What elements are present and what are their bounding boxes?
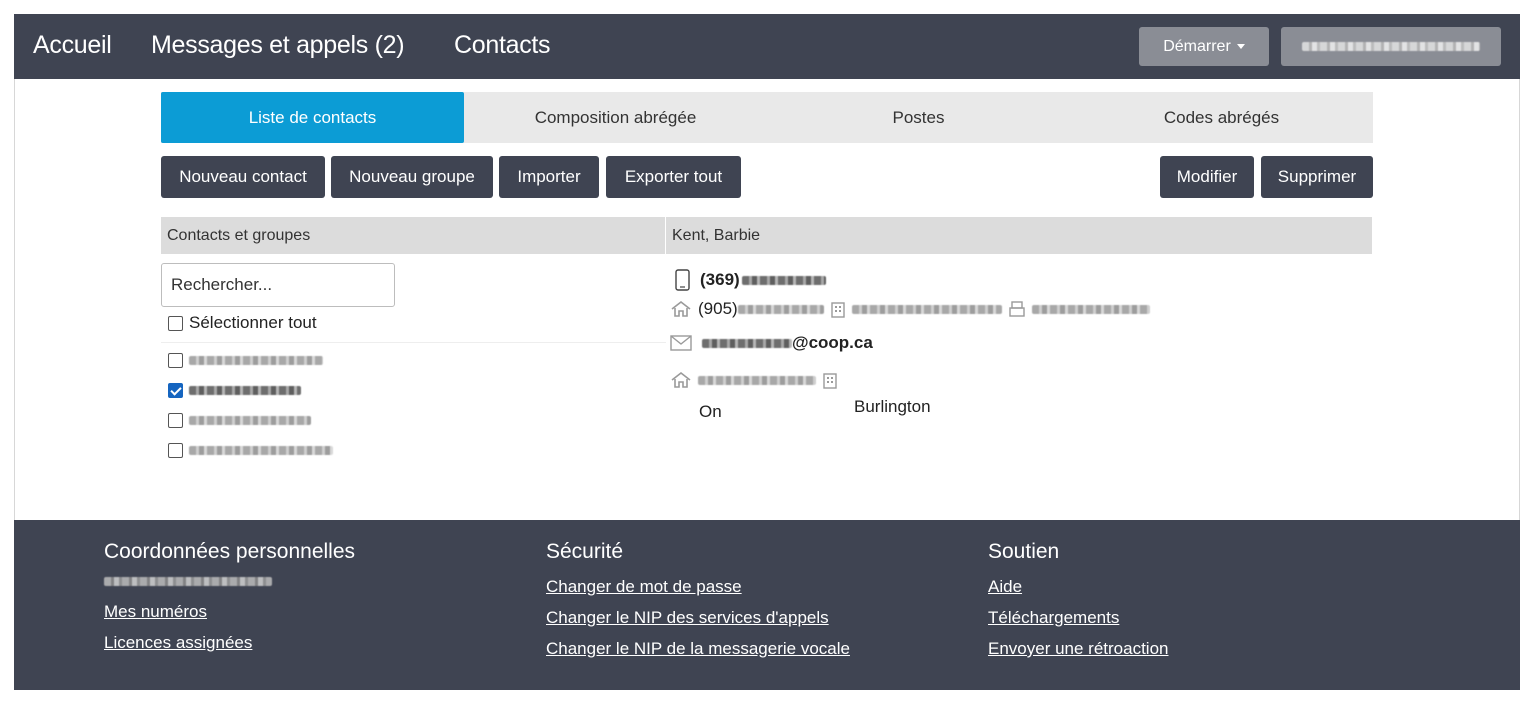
footer-personal-column: Coordonnées personnelles Mes numéros Lic… (104, 540, 355, 664)
caret-down-icon (1236, 44, 1245, 49)
divider (161, 342, 666, 343)
user-menu-button[interactable] (1281, 27, 1501, 66)
modifier-button[interactable]: Modifier (1160, 156, 1254, 198)
email-domain: @coop.ca (792, 333, 873, 352)
mes-numeros-link[interactable]: Mes numéros (104, 602, 355, 622)
exporter-tout-button[interactable]: Exporter tout (606, 156, 741, 198)
redacted-work-number (851, 304, 1002, 314)
home-icon (671, 371, 691, 388)
demarrer-dropdown-button[interactable]: Démarrer (1139, 27, 1269, 66)
mobile-phone-icon (675, 269, 690, 291)
redacted-mobile-number (741, 275, 826, 285)
redacted-contact-name (189, 386, 301, 395)
redacted-fax-number (1031, 304, 1150, 314)
redacted-contact-name (189, 446, 333, 455)
aide-link[interactable]: Aide (988, 577, 1169, 597)
footer-support-column: Soutien Aide Téléchargements Envoyer une… (988, 540, 1169, 670)
select-all-label: Sélectionner tout (189, 313, 317, 332)
address-province: On (699, 402, 722, 421)
tab-liste-de-contacts[interactable]: Liste de contacts (161, 92, 464, 143)
home-prefix: (905) (698, 299, 738, 318)
nouveau-contact-button[interactable]: Nouveau contact (161, 156, 325, 198)
list-item[interactable] (168, 443, 333, 458)
checkbox[interactable] (168, 383, 183, 398)
contacts-tabs: Liste de contacts Composition abrégée Po… (161, 92, 1373, 143)
redacted-email-user (702, 338, 792, 348)
address-row (670, 371, 838, 389)
redacted-street-address (698, 375, 816, 385)
list-item[interactable] (168, 413, 311, 428)
contact-detail-header: Kent, Barbie (666, 217, 1372, 254)
nav-messages-et-appels[interactable]: Messages et appels (2) (151, 31, 405, 60)
nouveau-groupe-button[interactable]: Nouveau groupe (331, 156, 493, 198)
change-call-pin-link[interactable]: Changer le NIP des services d'appels (546, 608, 850, 628)
redacted-user-name (104, 577, 272, 586)
building-icon (823, 373, 837, 389)
change-voicemail-pin-link[interactable]: Changer le NIP de la messagerie vocale (546, 639, 850, 659)
list-item[interactable] (168, 353, 323, 368)
nav-contacts[interactable]: Contacts (454, 31, 551, 60)
importer-button[interactable]: Importer (499, 156, 599, 198)
demarrer-label: Démarrer (1163, 37, 1231, 55)
footer-personal-title: Coordonnées personnelles (104, 540, 356, 563)
redacted-contact-name (189, 356, 323, 365)
contacts-panel-header: Contacts et groupes (161, 217, 665, 254)
mobile-prefix: (369) (700, 270, 740, 289)
nav-accueil[interactable]: Accueil (33, 31, 112, 60)
change-password-link[interactable]: Changer de mot de passe (546, 577, 850, 597)
footer-security-title: Sécurité (546, 540, 624, 563)
licences-assignees-link[interactable]: Licences assignées (104, 633, 355, 653)
footer-security-column: Sécurité Changer de mot de passe Changer… (546, 540, 850, 670)
redacted-home-number (737, 304, 824, 314)
home-icon (671, 300, 691, 317)
redacted-user-name (1302, 42, 1480, 51)
select-all-checkbox[interactable]: Sélectionner tout (168, 313, 317, 333)
checkbox[interactable] (168, 443, 183, 458)
checkbox[interactable] (168, 315, 183, 331)
list-item[interactable] (168, 383, 301, 398)
mobile-number-row: (369) (675, 269, 826, 291)
checkbox[interactable] (168, 353, 183, 368)
footer: Coordonnées personnelles Mes numéros Lic… (14, 520, 1520, 690)
tab-postes[interactable]: Postes (767, 92, 1070, 143)
email-row: @coop.ca (670, 333, 873, 353)
address-city: Burlington (854, 397, 931, 416)
fax-icon (1008, 301, 1025, 317)
mail-icon (670, 335, 692, 351)
supprimer-button[interactable]: Supprimer (1261, 156, 1373, 198)
top-nav: Accueil Messages et appels (2) Contacts … (14, 14, 1520, 79)
checkbox[interactable] (168, 413, 183, 428)
tab-composition-abregee[interactable]: Composition abrégée (464, 92, 767, 143)
feedback-link[interactable]: Envoyer une rétroaction (988, 639, 1169, 659)
tab-codes-abreges[interactable]: Codes abrégés (1070, 92, 1373, 143)
home-number-row: (905) (670, 299, 1150, 319)
building-icon (830, 302, 845, 318)
redacted-contact-name (189, 416, 311, 425)
search-input[interactable] (161, 263, 395, 307)
telechargements-link[interactable]: Téléchargements (988, 608, 1169, 628)
footer-support-title: Soutien (988, 540, 1060, 563)
